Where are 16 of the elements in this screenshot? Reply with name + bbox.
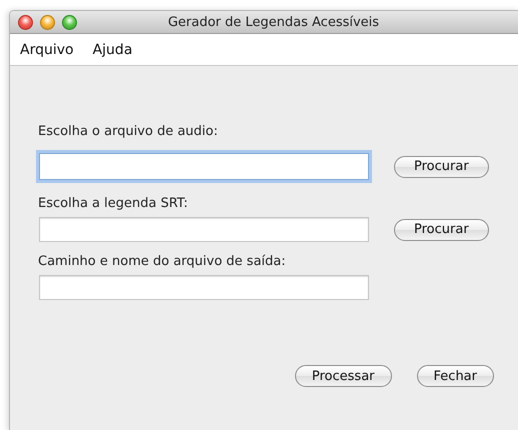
field-label: Caminho e nome do arquivo de saída:	[38, 254, 287, 269]
browse-button[interactable]: Procurar	[394, 156, 489, 178]
menu-item[interactable]: Arquivo	[20, 42, 74, 58]
field-label: Escolha o arquivo de audio:	[38, 124, 219, 139]
close-icon[interactable]	[18, 14, 33, 30]
input-field[interactable]	[39, 153, 369, 180]
input-field[interactable]	[39, 217, 369, 242]
process-button[interactable]: Processar	[294, 365, 392, 387]
browse-button[interactable]: Procurar	[394, 218, 489, 240]
field-label: Escolha a legenda SRT:	[38, 196, 189, 211]
window-title: Gerador de Legendas Acessíveis	[166, 14, 380, 30]
menu-item[interactable]: Ajuda	[92, 42, 132, 58]
minimize-icon[interactable]	[40, 14, 55, 30]
zoom-icon[interactable]	[62, 14, 77, 30]
close-button[interactable]: Fechar	[416, 365, 494, 387]
input-field[interactable]	[39, 275, 369, 300]
